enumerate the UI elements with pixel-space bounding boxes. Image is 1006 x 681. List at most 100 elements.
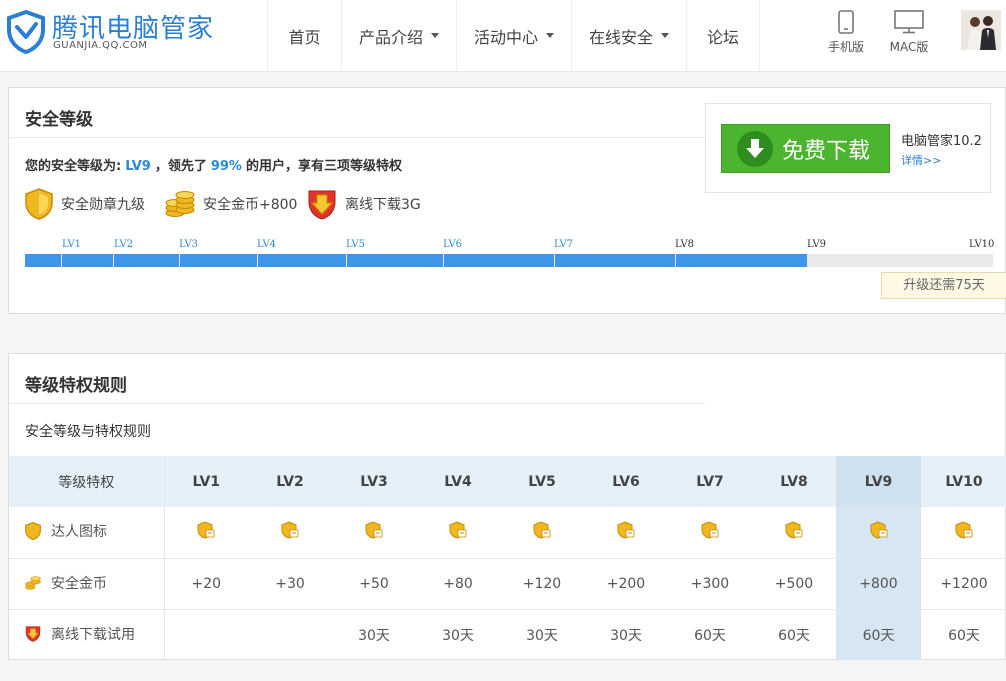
coins-icon bbox=[165, 191, 195, 217]
table-cell: +1200 bbox=[921, 558, 1006, 610]
mobile-version-link[interactable]: 手机版 bbox=[821, 10, 871, 55]
level-suffix: 的用户，享有三项等级特权 bbox=[245, 159, 402, 174]
nav-item[interactable]: 产品介绍 bbox=[341, 0, 456, 71]
table-cell: +800 bbox=[836, 558, 921, 610]
progress-level-label: LV5 bbox=[346, 239, 366, 250]
table-header-level: LV9 bbox=[836, 456, 921, 507]
progress-level-label: LV1 bbox=[62, 239, 82, 250]
table-cell bbox=[416, 507, 500, 559]
current-level: LV9 bbox=[125, 159, 151, 174]
level-rules-table: 等级特权 LV1 LV2 LV3 LV4 LV5 LV6 LV7 LV8 LV9 LV10 达人图标… bbox=[9, 456, 1006, 660]
avatar-photo-icon bbox=[961, 10, 1001, 50]
nav-item[interactable]: 在线安全 bbox=[571, 0, 686, 71]
table-cell: +80 bbox=[416, 558, 500, 610]
table-cell bbox=[668, 507, 752, 559]
table-cell: 60天 bbox=[836, 609, 921, 660]
progress-segment bbox=[25, 254, 61, 267]
mac-version-label: MAC版 bbox=[889, 40, 929, 54]
table-row: 安全金币 +20 +30 +50 +80 +120 +200 +300 +500 +800 +120… bbox=[9, 558, 1006, 610]
table-header-level: LV5 bbox=[500, 456, 584, 507]
caret-down-icon bbox=[431, 33, 439, 38]
nav-item-label: 活动中心 bbox=[473, 27, 538, 47]
product-version: 电脑管家10.2 bbox=[901, 134, 982, 149]
row-label-cell: 达人图标 bbox=[9, 507, 165, 559]
monitor-icon bbox=[894, 10, 924, 34]
nav-item[interactable]: 论坛 bbox=[686, 0, 760, 71]
nav-item-label: 首页 bbox=[288, 27, 321, 47]
table-cell bbox=[836, 507, 921, 559]
table-cell bbox=[248, 507, 332, 559]
mac-version-link[interactable]: MAC版 bbox=[884, 10, 934, 55]
free-download-button[interactable]: 免费下载 bbox=[721, 124, 890, 173]
progress-segment bbox=[676, 254, 807, 267]
table-header-level: LV6 bbox=[584, 456, 668, 507]
percentile: 99% bbox=[210, 159, 242, 174]
progress-segment bbox=[180, 254, 257, 267]
table-cell: +500 bbox=[752, 558, 836, 610]
nav-item[interactable]: 活动中心 bbox=[456, 0, 571, 71]
table-cell: +20 bbox=[164, 558, 248, 610]
table-cell bbox=[584, 507, 668, 559]
nav-item-label: 在线安全 bbox=[588, 27, 653, 47]
privilege-offline-download: 离线下载3G bbox=[307, 187, 421, 221]
nav-item[interactable]: 首页 bbox=[267, 0, 341, 71]
privilege-label: 离线下载3G bbox=[345, 197, 421, 213]
table-header-level: LV7 bbox=[668, 456, 752, 507]
progress-level-label: LV2 bbox=[114, 239, 134, 250]
progress-segment bbox=[444, 254, 554, 267]
table-cell bbox=[248, 609, 332, 660]
progress-segment bbox=[114, 254, 179, 267]
table-cell bbox=[164, 609, 248, 660]
table-header-level: LV1 bbox=[164, 456, 248, 507]
offline-download-icon bbox=[25, 625, 51, 642]
offline-download-icon bbox=[308, 190, 336, 220]
shield-logo-icon bbox=[7, 10, 45, 54]
divider bbox=[9, 137, 709, 138]
table-cell: 60天 bbox=[694, 627, 726, 644]
small-medal-icon bbox=[701, 521, 719, 539]
download-box: 免费下载 电脑管家10.2 详情>> bbox=[705, 103, 991, 193]
table-cell bbox=[332, 507, 416, 559]
table-header-level: LV4 bbox=[416, 456, 500, 507]
table-header-level: LV2 bbox=[248, 456, 332, 507]
details-link[interactable]: 详情>> bbox=[901, 152, 941, 168]
table-header-level: LV3 bbox=[332, 456, 416, 507]
row-label: 达人图标 bbox=[51, 523, 107, 540]
download-button-label: 免费下载 bbox=[782, 138, 871, 164]
user-avatar[interactable] bbox=[961, 10, 1001, 50]
medal-icon bbox=[25, 521, 51, 540]
table-row: 离线下载试用 30天 30天 30天 30天 60天 60天 60天 60天 bbox=[9, 609, 1006, 660]
download-arrow-icon bbox=[737, 130, 773, 167]
upgrade-tooltip: 升级还需75天 bbox=[881, 272, 1006, 299]
progress-segment bbox=[62, 254, 113, 267]
caret-down-icon bbox=[661, 33, 669, 38]
row-label-cell: 安全金币 bbox=[9, 558, 165, 610]
row-label: 安全金币 bbox=[51, 575, 107, 592]
table-cell: 30天 bbox=[442, 627, 474, 644]
divider bbox=[9, 403, 705, 404]
table-cell: +30 bbox=[248, 558, 332, 610]
progress-level-label: LV9 bbox=[807, 239, 827, 250]
logo-domain: GUANJIA.QQ.COM bbox=[53, 40, 148, 51]
progress-segment bbox=[258, 254, 346, 267]
rules-title: 等级特权规则 bbox=[25, 376, 127, 396]
level-mid: ，领先了 bbox=[154, 159, 207, 174]
table-header-level: LV10 bbox=[921, 456, 1006, 507]
privilege-label: 安全金币+800 bbox=[203, 197, 298, 213]
table-cell: 30天 bbox=[526, 627, 558, 644]
progress-level-label: LV6 bbox=[443, 239, 463, 250]
table-cell: +120 bbox=[500, 558, 584, 610]
small-medal-icon bbox=[281, 521, 299, 539]
table-cell bbox=[164, 507, 248, 559]
site-logo[interactable]: 腾讯电脑管家 GUANJIA.QQ.COM bbox=[6, 8, 236, 58]
caret-down-icon bbox=[546, 33, 554, 38]
row-label-cell: 离线下载试用 bbox=[9, 609, 165, 660]
small-medal-icon bbox=[617, 521, 635, 539]
progress-level-label: LV8 bbox=[675, 239, 695, 250]
rules-subtitle: 安全等级与特权规则 bbox=[25, 424, 151, 440]
table-cell: +200 bbox=[584, 558, 668, 610]
privilege-coins: 安全金币+800 bbox=[165, 187, 297, 221]
progress-level-label: LV4 bbox=[257, 239, 277, 250]
small-medal-icon bbox=[449, 521, 467, 539]
table-cell: 60天 bbox=[778, 627, 810, 644]
